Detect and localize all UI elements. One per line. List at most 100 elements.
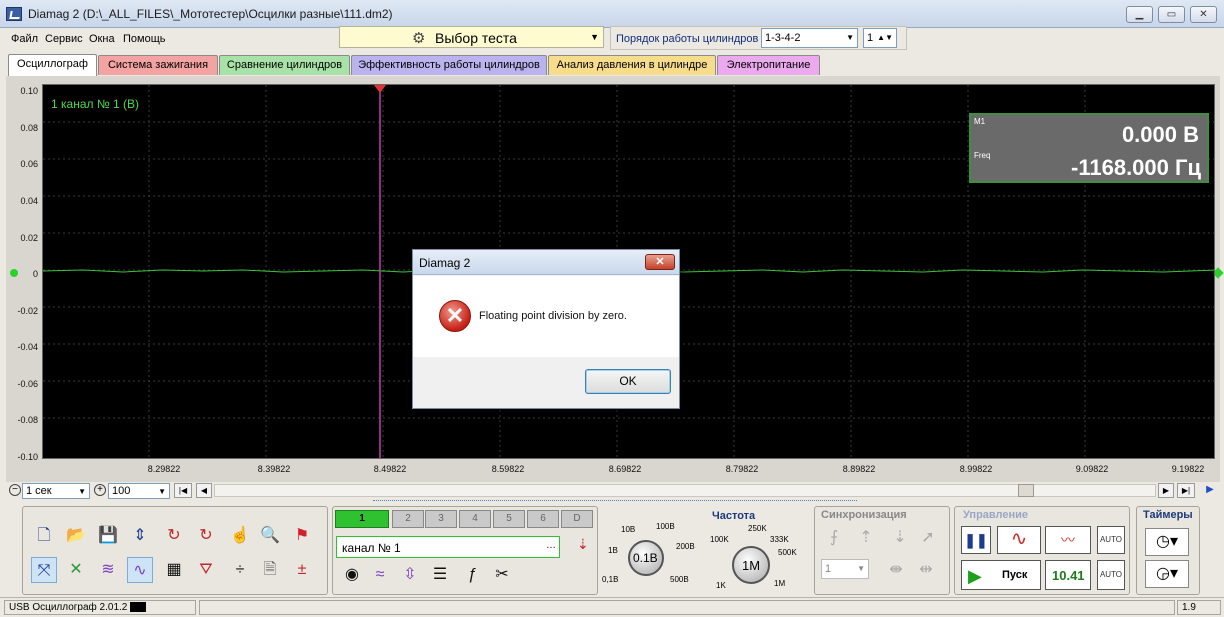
restore-button[interactable]: ▭ bbox=[1158, 6, 1185, 23]
test-select-label: Выбор теста bbox=[435, 30, 517, 46]
fit-view-icon[interactable]: ⤧ bbox=[31, 557, 57, 583]
play-marker-button[interactable]: ▶ bbox=[1202, 483, 1218, 498]
rising-edge-icon[interactable]: ⨍ bbox=[821, 525, 847, 551]
freq-label-333k: 333K bbox=[770, 535, 789, 544]
zoom-select[interactable]: 100 ▼ bbox=[108, 483, 170, 499]
split-vertical-icon[interactable]: ÷ bbox=[227, 557, 253, 583]
timer-down-icon[interactable]: ◶▾ bbox=[1145, 560, 1189, 588]
flag-add-icon[interactable]: ⚑ bbox=[289, 523, 315, 549]
dialog-ok-button[interactable]: OK bbox=[585, 369, 671, 394]
updown-arrows-icon[interactable]: ⇳ bbox=[397, 562, 423, 588]
zoom-in-icon[interactable]: + bbox=[94, 484, 106, 496]
tools-icon[interactable]: ✂ bbox=[489, 562, 515, 588]
measurement-box[interactable]: M1 Freq 0.000 В -1168.000 Гц bbox=[969, 113, 1209, 183]
cursor-marker[interactable] bbox=[374, 85, 386, 93]
function-icon[interactable]: ƒ bbox=[459, 562, 485, 588]
channel-name-field[interactable]: канал № 1 … bbox=[336, 536, 560, 558]
menu-windows[interactable]: Окна bbox=[89, 33, 115, 45]
measure-id: M1 bbox=[974, 117, 986, 126]
splitter-handle[interactable] bbox=[373, 500, 857, 505]
menu-file[interactable]: Файл bbox=[11, 33, 38, 45]
zoom-out-icon[interactable]: − bbox=[9, 484, 21, 496]
amp-label-10v: 10В bbox=[621, 525, 636, 534]
grid-table-icon[interactable]: ▦ bbox=[161, 557, 187, 583]
menu-service[interactable]: Сервис bbox=[45, 33, 83, 45]
auto-mode-icon[interactable]: AUTO bbox=[1097, 526, 1125, 554]
channel-button-5[interactable]: 5 bbox=[493, 510, 525, 528]
tab-cylinder-efficiency[interactable]: Эффективность работы цилиндров bbox=[351, 55, 547, 75]
tab-power-supply[interactable]: Электропитание bbox=[717, 55, 820, 75]
tab-oscilloscope[interactable]: Осциллограф bbox=[8, 54, 97, 76]
scroll-thumb[interactable] bbox=[1018, 484, 1034, 497]
close-window-button[interactable]: ✕ bbox=[1190, 6, 1217, 23]
multi-wave-icon[interactable]: ≋ bbox=[95, 557, 121, 583]
channel-button-2[interactable]: 2 bbox=[392, 510, 424, 528]
horizontal-scrollbar[interactable] bbox=[214, 484, 1156, 497]
cylinder-count-stepper[interactable]: 1 ▲▼ bbox=[863, 28, 897, 48]
magnifier-icon[interactable]: 🔍 bbox=[257, 523, 283, 549]
dialog-close-button[interactable]: ✕ bbox=[645, 254, 675, 270]
frequency-knob[interactable]: 1M bbox=[732, 546, 770, 584]
minimize-button[interactable]: ▁ bbox=[1126, 6, 1153, 23]
zero-offset-icon[interactable]: ± bbox=[289, 557, 315, 583]
zero-marker-left[interactable] bbox=[10, 269, 18, 277]
x-tick: 8.69822 bbox=[608, 464, 642, 474]
start-button[interactable]: ▶ Пуск bbox=[961, 560, 1041, 590]
freq-label-500k: 500K bbox=[778, 548, 797, 557]
lines-icon[interactable]: ☰ bbox=[427, 562, 453, 588]
amplitude-knob[interactable]: 0.1В bbox=[628, 540, 664, 576]
tab-cylinder-compare[interactable]: Сравнение цилиндров bbox=[219, 55, 350, 75]
scroll-last-button[interactable]: ▶| bbox=[1177, 483, 1195, 498]
channel-button-3[interactable]: 3 bbox=[425, 510, 457, 528]
y-tick: -0.02 bbox=[17, 306, 38, 316]
scroll-right-button[interactable]: ▶ bbox=[1158, 483, 1174, 498]
dialog-title-bar: Diamag 2 ✕ bbox=[413, 250, 679, 275]
wave-cross-icon[interactable]: ✕ bbox=[63, 557, 89, 583]
level-down-icon[interactable]: ⇣ bbox=[887, 525, 913, 551]
tab-ignition[interactable]: Система зажигания bbox=[98, 55, 218, 75]
more-icon[interactable]: … bbox=[546, 540, 556, 551]
tab-label: Эффективность работы цилиндров bbox=[358, 59, 540, 71]
wave-scale-icon[interactable]: ≈ bbox=[367, 562, 393, 588]
cylinder-order-select[interactable]: 1-3-4-2 ▼ bbox=[761, 28, 858, 48]
menu-help[interactable]: Помощь bbox=[123, 33, 166, 45]
sine-wave-button[interactable]: ∿ bbox=[997, 526, 1041, 554]
chevron-down-icon: ▼ bbox=[846, 33, 854, 42]
sync-shift-icon[interactable]: ⇼ bbox=[883, 557, 909, 583]
freq-label-250k: 250K bbox=[748, 524, 767, 533]
hand-pan-icon[interactable]: ☝ bbox=[227, 523, 253, 549]
noise-wave-button[interactable]: 〰 bbox=[1045, 526, 1091, 554]
scroll-left-button[interactable]: ◀ bbox=[196, 483, 212, 498]
channel-button-4[interactable]: 4 bbox=[459, 510, 491, 528]
open-folder-icon[interactable]: 📂 bbox=[63, 523, 89, 549]
channel-button-d[interactable]: D bbox=[561, 510, 593, 528]
channel-button-1[interactable]: 1 bbox=[335, 510, 389, 528]
eye-icon[interactable]: ◉ bbox=[339, 562, 365, 588]
measure-freq-label: Freq bbox=[974, 151, 991, 160]
tab-pressure-analysis[interactable]: Анализ давления в цилиндре bbox=[548, 55, 716, 75]
auto-run-icon[interactable]: AUTO bbox=[1097, 560, 1125, 590]
auto-cycle-icon[interactable]: ↻ bbox=[193, 523, 219, 549]
channel-button-6[interactable]: 6 bbox=[527, 510, 559, 528]
channel-settings-icon[interactable]: ⇣ bbox=[577, 536, 589, 553]
sync-channel-select[interactable]: 1 ▼ bbox=[821, 559, 869, 579]
new-file-icon[interactable]: 🗋 bbox=[31, 523, 57, 549]
scroll-first-button[interactable]: |◀ bbox=[174, 483, 192, 498]
vertical-scale-icon[interactable]: ⇕ bbox=[127, 523, 153, 549]
filter-icon[interactable]: ⛛ bbox=[193, 557, 219, 583]
window-title: Diamag 2 (D:\_ALL_FILES\_Мототестер\Осци… bbox=[28, 7, 393, 21]
level-up-icon[interactable]: ⇡ bbox=[853, 525, 879, 551]
timebase-select[interactable]: 1 сек ▼ bbox=[22, 483, 90, 499]
cursor-sync-icon[interactable]: ➚ bbox=[915, 525, 941, 551]
timer-up-icon[interactable]: ◷▾ bbox=[1145, 528, 1189, 556]
amp-label-1v: 1В bbox=[608, 546, 618, 555]
cycle-arrows-icon[interactable]: ↻ bbox=[161, 523, 187, 549]
document-icon[interactable]: 🗎 bbox=[257, 557, 283, 583]
pause-button[interactable]: ❚❚ bbox=[961, 526, 991, 554]
sync-spread-icon[interactable]: ⇹ bbox=[913, 557, 939, 583]
test-select-dropdown[interactable]: ⚙ Выбор теста ▼ bbox=[339, 26, 604, 48]
freq-label-1m: 1M bbox=[774, 579, 786, 588]
amplitude-control: 10В 100В 200В 500В 1В 0,1В 0.1В bbox=[600, 518, 700, 593]
save-icon[interactable]: 💾 bbox=[95, 523, 121, 549]
overlay-wave-icon[interactable]: ∿ bbox=[127, 557, 153, 583]
